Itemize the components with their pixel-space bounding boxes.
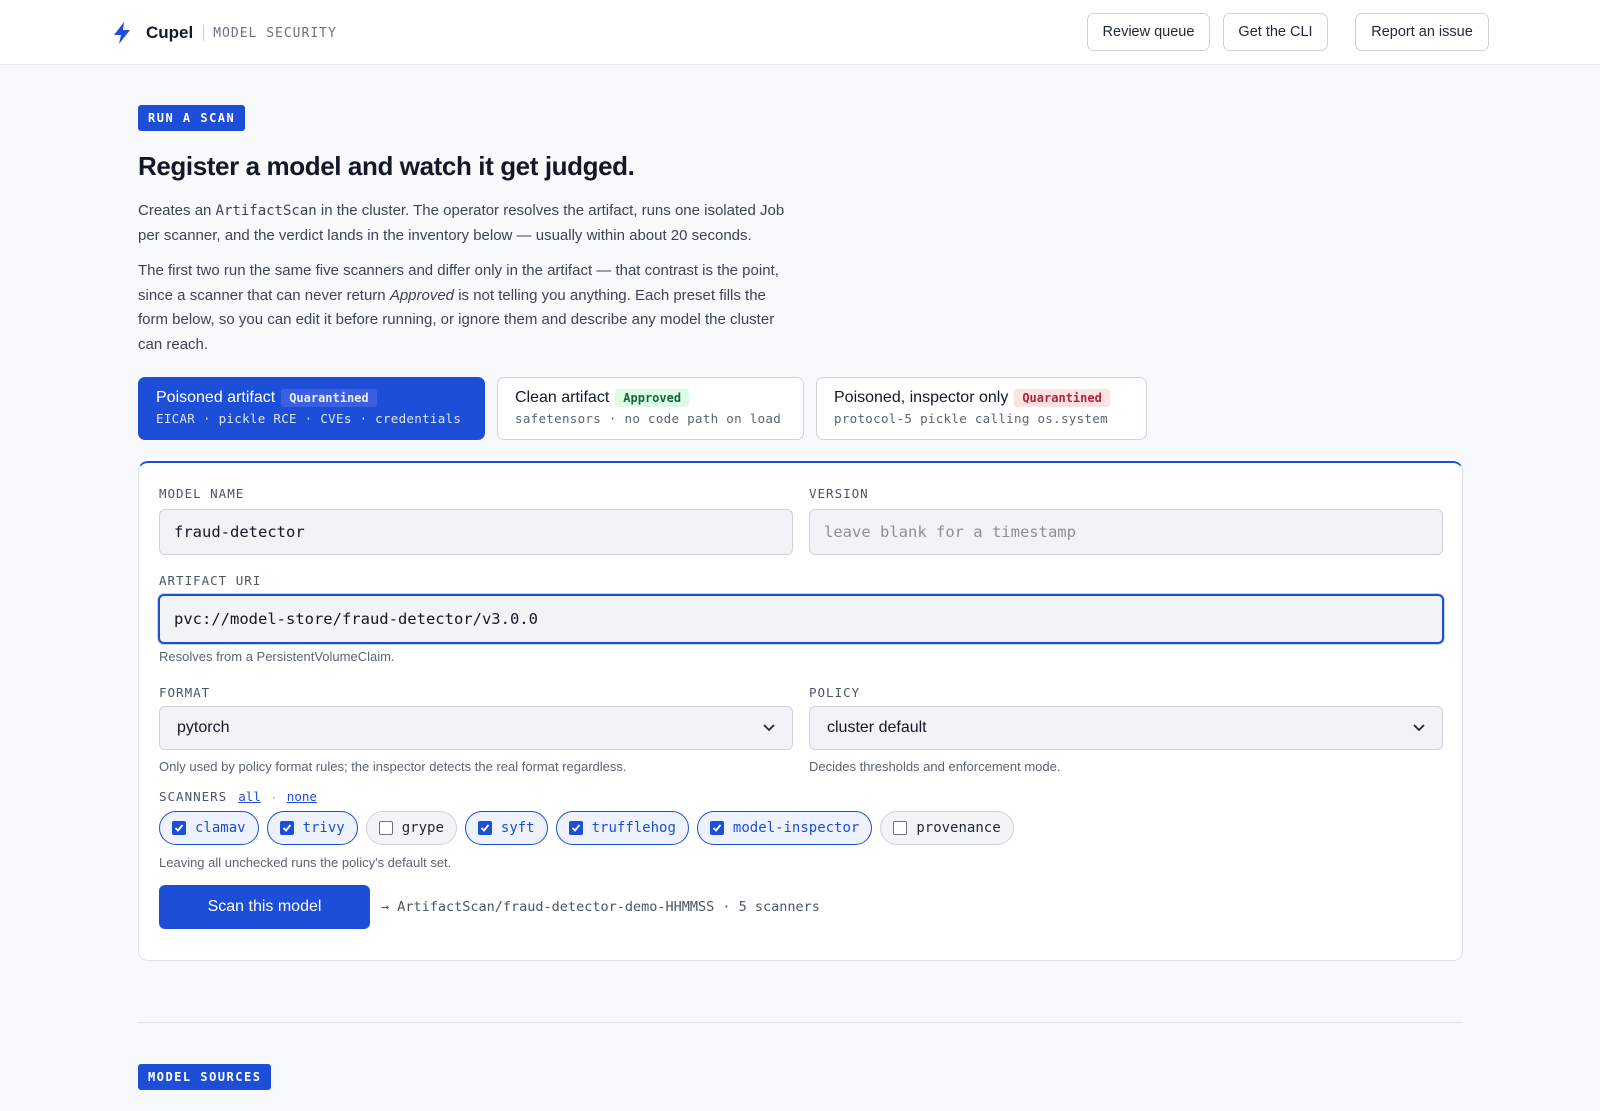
review-queue-button[interactable]: Review queue — [1087, 13, 1210, 51]
scanner-name: trufflehog — [591, 820, 676, 836]
report-issue-button[interactable]: Report an issue — [1355, 13, 1489, 51]
section-tag: RUN A SCAN — [138, 105, 246, 131]
scanner-chip-model-inspector[interactable]: model-inspector — [696, 811, 873, 845]
artifact-uri-input[interactable] — [158, 594, 1444, 644]
preset-title-row: Poisoned artifact Quarantined — [156, 389, 467, 407]
chevron-down-icon — [1413, 724, 1425, 732]
version-label: VERSION — [809, 486, 869, 501]
lightning-bolt-icon — [114, 22, 130, 44]
policy-label: POLICY — [809, 685, 861, 700]
checkbox-checked-icon[interactable] — [709, 821, 724, 835]
preset-description: EICAR · pickle RCE · CVEs · credentials — [156, 411, 462, 426]
intro-paragraph-1: Creates an ArtifactScan in the cluster. … — [138, 199, 798, 248]
scanner-chip-clamav[interactable]: clamav — [159, 811, 259, 845]
format-select[interactable]: pytorch — [159, 706, 793, 750]
scanners-label: SCANNERS — [159, 789, 228, 804]
preset-title: Clean artifact — [515, 389, 610, 406]
section-divider — [138, 1022, 1463, 1023]
intro1-text-a: Creates an — [138, 202, 216, 219]
model-name-label: MODEL NAME — [159, 486, 245, 501]
scan-form: MODEL NAME VERSION ARTIFACT URI Resolves… — [138, 461, 1463, 961]
scanner-name: provenance — [916, 820, 1001, 836]
preset-description: protocol-5 pickle calling os.system — [834, 411, 1108, 426]
checkbox-checked-icon[interactable] — [279, 821, 294, 835]
scan-resource-preview: → ArtifactScan/fraud-detector-demo-HHMMS… — [381, 899, 820, 915]
policy-hint: Decides thresholds and enforcement mode. — [809, 759, 1061, 774]
scanner-name: clamav — [195, 820, 246, 836]
select-none-link[interactable]: none — [287, 789, 317, 804]
scanner-name: model-inspector — [732, 820, 860, 836]
brand-divider — [203, 25, 205, 41]
checkbox-checked-icon[interactable] — [477, 821, 492, 835]
top-bar: Cupel MODEL SECURITY Review queue Get th… — [0, 0, 1600, 65]
preset-clean-artifact[interactable]: Clean artifact Approved safetensors · no… — [497, 377, 804, 440]
format-label: FORMAT — [159, 685, 211, 700]
scanner-chips: clamav trivy grype syft trufflehog model-insp… — [159, 811, 1014, 845]
model-sources-tag: MODEL SOURCES — [138, 1064, 272, 1090]
intro1-code: ArtifactScan — [215, 203, 317, 219]
scanner-chip-syft[interactable]: syft — [464, 811, 548, 845]
scanners-header: SCANNERS all · none — [159, 789, 317, 804]
scanner-chip-trufflehog[interactable]: trufflehog — [555, 811, 689, 845]
model-name-input[interactable] — [159, 509, 793, 555]
format-selected-value: pytorch — [177, 719, 230, 736]
checkbox-checked-icon[interactable] — [172, 821, 186, 835]
scan-model-button[interactable]: Scan this model — [159, 885, 370, 929]
policy-selected-value: cluster default — [827, 719, 927, 736]
preset-poisoned-inspector-only[interactable]: Poisoned, inspector only Quarantined pro… — [816, 377, 1147, 440]
scanner-chip-grype[interactable]: grype — [365, 811, 457, 845]
scanner-name: syft — [500, 820, 535, 836]
status-badge: Approved — [615, 389, 690, 407]
select-all-link[interactable]: all — [238, 789, 261, 804]
preset-title: Poisoned, inspector only — [834, 389, 1009, 406]
get-cli-button[interactable]: Get the CLI — [1223, 13, 1328, 51]
checkbox-unchecked-icon[interactable] — [378, 821, 393, 835]
artifact-uri-hint: Resolves from a PersistentVolumeClaim. — [159, 649, 395, 664]
version-input[interactable] — [809, 509, 1443, 555]
preset-title: Poisoned artifact — [156, 389, 276, 406]
preset-title-row: Poisoned, inspector only Quarantined — [834, 389, 1129, 407]
preset-list: Poisoned artifact Quarantined EICAR · pi… — [138, 377, 1463, 440]
scanner-name: grype — [401, 820, 444, 836]
artifact-uri-label: ARTIFACT URI — [159, 573, 262, 588]
preset-description: safetensors · no code path on load — [515, 411, 782, 426]
scanner-name: trivy — [302, 820, 345, 836]
policy-select[interactable]: cluster default — [809, 706, 1443, 750]
chevron-down-icon — [763, 724, 775, 732]
page-title: Register a model and watch it get judged… — [138, 151, 635, 181]
intro-text: Creates an ArtifactScan in the cluster. … — [138, 199, 798, 357]
brand-name: Cupel — [146, 23, 194, 42]
preset-title-row: Clean artifact Approved — [515, 389, 786, 407]
scanners-hint: Leaving all unchecked runs the policy's … — [159, 855, 452, 870]
checkbox-unchecked-icon[interactable] — [893, 821, 908, 835]
brand[interactable]: Cupel MODEL SECURITY — [112, 20, 337, 46]
status-badge: Quarantined — [1014, 389, 1110, 407]
separator-dot: · — [271, 789, 276, 804]
scanner-chip-provenance[interactable]: provenance — [880, 811, 1014, 845]
format-hint: Only used by policy format rules; the in… — [159, 759, 627, 774]
status-badge: Quarantined — [281, 389, 377, 407]
intro2-emphasis: Approved — [389, 286, 455, 304]
scanner-chip-trivy[interactable]: trivy — [266, 811, 358, 845]
preset-poisoned-artifact[interactable]: Poisoned artifact Quarantined EICAR · pi… — [138, 377, 485, 440]
intro-paragraph-2: The first two run the same five scanners… — [138, 259, 798, 357]
checkbox-checked-icon[interactable] — [568, 821, 583, 835]
run-scan-section: RUN A SCAN Register a model and watch it… — [138, 105, 1463, 961]
brand-subtitle: MODEL SECURITY — [213, 25, 337, 41]
